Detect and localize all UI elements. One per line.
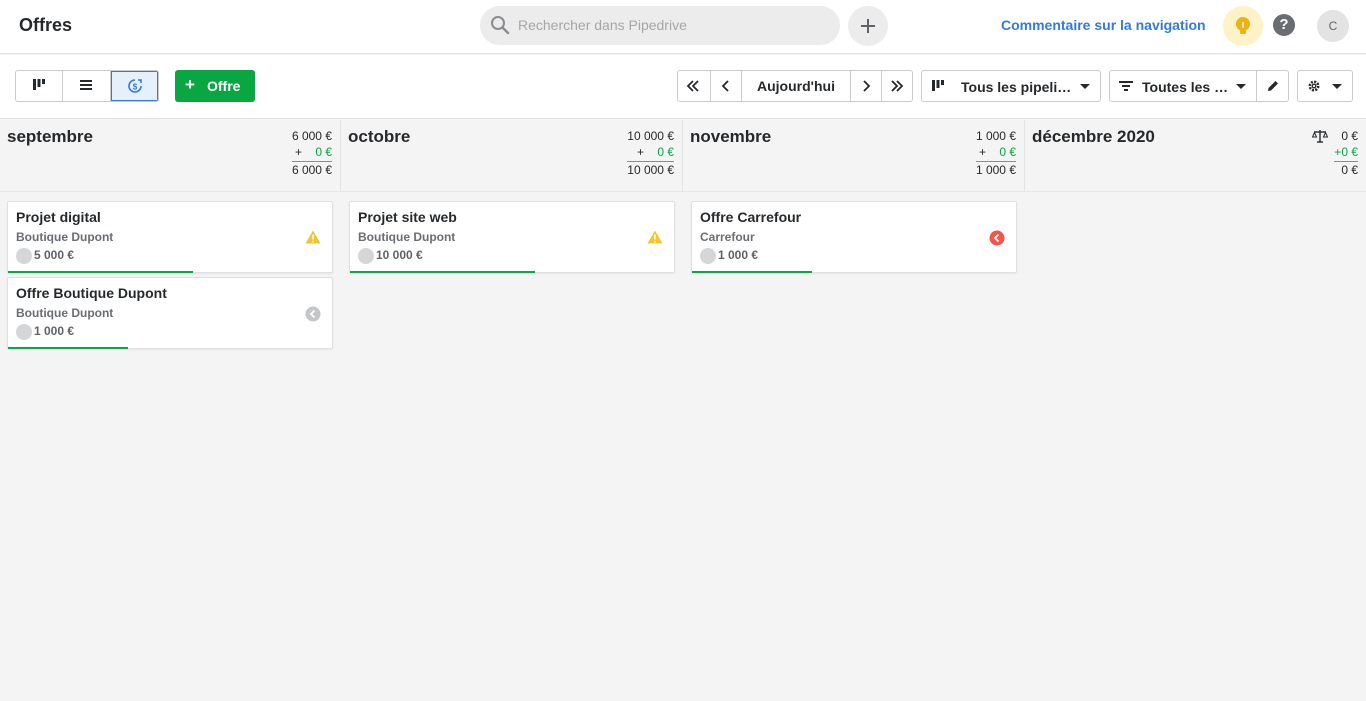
list-icon <box>80 80 93 90</box>
deal-progress-bar <box>8 271 193 273</box>
warning-icon <box>647 230 663 244</box>
deal-card[interactable]: Projet site web Boutique Dupont 10 000 € <box>349 201 675 273</box>
double-chevron-left-icon <box>686 80 699 92</box>
tips-button[interactable] <box>1223 6 1263 46</box>
deal-title: Offre Boutique Dupont <box>16 285 167 301</box>
deal-title: Projet site web <box>358 209 457 225</box>
navigation-feedback-link[interactable]: Commentaire sur la navigation <box>1001 17 1206 33</box>
avatar[interactable]: C <box>1317 10 1349 42</box>
deal-value: 10 000 € <box>376 248 423 262</box>
toolbar: $ + Offre Aujourd'hui Tous les pipeli… T… <box>0 55 1366 119</box>
filter-icon <box>1119 81 1133 91</box>
plus-icon <box>861 19 875 33</box>
deal-card[interactable]: Offre Carrefour Carrefour 1 000 € <box>691 201 1017 273</box>
person-icon <box>358 248 374 264</box>
lightbulb-icon <box>1236 17 1250 34</box>
previous-period-fast-button[interactable] <box>678 71 711 101</box>
double-chevron-right-icon <box>891 80 904 92</box>
month-title: décembre 2020 <box>1032 127 1155 146</box>
caret-down-icon <box>1236 84 1246 89</box>
pencil-icon <box>1268 81 1278 91</box>
month-column-header: décembre 2020 0 € +0 € 0 € <box>1025 120 1366 192</box>
pipeline-icon <box>932 80 944 91</box>
help-button[interactable]: ? <box>1273 14 1295 36</box>
add-offer-button[interactable]: + Offre <box>175 70 255 102</box>
deal-progress-bar <box>350 271 535 273</box>
person-icon <box>16 324 32 340</box>
forecast-icon: $ <box>127 79 142 93</box>
deal-value: 5 000 € <box>34 248 75 262</box>
person-icon <box>16 248 32 264</box>
deal-organization: Boutique Dupont <box>358 230 456 244</box>
back-arrow-red-icon <box>989 230 1005 246</box>
warning-icon <box>305 230 321 244</box>
forecast-view-button[interactable]: $ <box>110 71 158 101</box>
deal-card[interactable]: Projet digital Boutique Dupont 5 000 € <box>7 201 333 273</box>
edit-filter-button[interactable] <box>1256 70 1289 102</box>
search-input[interactable]: Rechercher dans Pipedrive <box>480 6 840 45</box>
pipeline-view-button[interactable] <box>16 71 64 101</box>
chevron-left-icon <box>721 80 729 92</box>
caret-down-icon <box>1080 84 1090 89</box>
month-title: novembre <box>690 127 772 146</box>
month-totals: 10 000 € +0 € 10 000 € <box>627 129 674 177</box>
filter-select[interactable]: Toutes les … <box>1109 70 1257 102</box>
month-title: octobre <box>348 127 411 146</box>
deal-organization: Boutique Dupont <box>16 230 114 244</box>
today-button[interactable]: Aujourd'hui <box>742 71 851 101</box>
deal-organization: Boutique Dupont <box>16 306 114 320</box>
gear-icon <box>1308 80 1320 92</box>
search-placeholder: Rechercher dans Pipedrive <box>518 17 687 33</box>
deal-progress-bar <box>8 347 128 349</box>
month-column-header: octobre 10 000 € +0 € 10 000 € <box>341 120 682 192</box>
person-icon <box>700 248 716 264</box>
next-period-fast-button[interactable] <box>882 71 912 101</box>
next-period-button[interactable] <box>851 71 882 101</box>
pipeline-icon <box>33 79 45 90</box>
deal-progress-bar <box>692 271 812 273</box>
month-totals: 0 € +0 € 0 € <box>1334 129 1358 177</box>
scale-icon <box>1312 130 1328 143</box>
pipeline-select[interactable]: Tous les pipeli… <box>921 70 1101 102</box>
date-navigation: Aujourd'hui <box>677 70 913 102</box>
deal-title: Projet digital <box>16 209 101 225</box>
view-switcher: $ <box>15 70 159 102</box>
caret-down-icon <box>1332 84 1342 89</box>
chevron-right-icon <box>863 80 871 92</box>
month-column-header: septembre 6 000 € +0 € 6 000 € <box>0 120 340 192</box>
deal-value: 1 000 € <box>34 324 75 338</box>
back-arrow-grey-icon <box>305 306 321 322</box>
top-bar: Offres Rechercher dans Pipedrive Comment… <box>0 0 1366 54</box>
month-column-header: novembre 1 000 € +0 € 1 000 € <box>683 120 1024 192</box>
deal-organization: Carrefour <box>700 230 755 244</box>
deal-value: 1 000 € <box>718 248 759 262</box>
quick-add-button[interactable] <box>848 6 888 46</box>
deal-card[interactable]: Offre Boutique Dupont Boutique Dupont 1 … <box>7 277 333 349</box>
svg-text:$: $ <box>132 83 137 92</box>
previous-period-button[interactable] <box>711 71 742 101</box>
month-totals: 1 000 € +0 € 1 000 € <box>975 129 1016 177</box>
plus-icon: + <box>185 75 195 94</box>
list-view-button[interactable] <box>63 71 111 101</box>
search-icon <box>491 16 510 35</box>
month-totals: 6 000 € +0 € 6 000 € <box>291 129 332 177</box>
deal-title: Offre Carrefour <box>700 209 802 225</box>
month-title: septembre <box>7 127 93 146</box>
settings-button[interactable] <box>1297 70 1353 102</box>
page-title: Offres <box>19 15 73 35</box>
